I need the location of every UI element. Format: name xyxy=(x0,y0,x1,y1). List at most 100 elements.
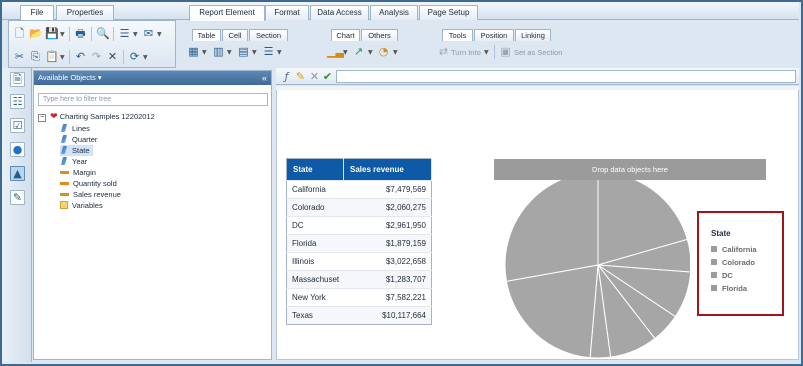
email-dropdown-icon[interactable]: ▼ xyxy=(157,31,162,38)
available-objects-icon[interactable]: ▲ xyxy=(10,166,25,181)
form-table-icon[interactable]: ☰ xyxy=(262,45,275,58)
sales-revenue-table[interactable]: State Sales revenue California $7,479,569… xyxy=(286,158,432,325)
track-changes-icon[interactable]: ☰ xyxy=(118,27,131,40)
tab-properties[interactable]: Properties xyxy=(56,5,114,20)
tab-analysis[interactable]: Analysis xyxy=(370,5,418,20)
tab-data-access[interactable]: Data Access xyxy=(310,5,369,20)
table-row[interactable]: Massachuset $1,283,707 xyxy=(286,270,432,289)
tree-item-label: Margin xyxy=(73,168,96,177)
tree-item-label: State xyxy=(72,146,90,155)
refresh-icon[interactable]: ⟳ xyxy=(128,50,141,63)
tab-format[interactable]: Format xyxy=(265,5,309,20)
document-structure-icon[interactable]: ✎ xyxy=(10,190,25,205)
table-row[interactable]: Texas $10,117,664 xyxy=(286,306,432,325)
panel-title[interactable]: Available Objects xyxy=(38,73,96,82)
canvas-header-strip xyxy=(276,86,799,90)
cut-icon[interactable]: ✂ xyxy=(13,50,26,63)
subtab-linking[interactable]: Linking xyxy=(515,29,551,41)
pie-chart-icon[interactable]: ◔ xyxy=(377,45,390,58)
subtab-table[interactable]: Table xyxy=(192,29,221,41)
email-icon[interactable]: ✉ xyxy=(142,27,155,40)
delete-icon[interactable]: ✕ xyxy=(106,50,119,63)
track-dropdown-icon[interactable]: ▼ xyxy=(133,31,138,38)
subtab-cell[interactable]: Cell xyxy=(222,29,248,41)
table-row[interactable]: Colorado $2,060,275 xyxy=(286,198,432,217)
tree-item-label: Year xyxy=(72,157,88,166)
print-icon[interactable]: 🖶 xyxy=(74,27,87,40)
subtab-chart[interactable]: Chart xyxy=(331,29,360,41)
pie-chart-dropdown-icon[interactable]: ▼ xyxy=(393,49,398,56)
tree-item-margin[interactable]: Margin xyxy=(60,167,96,178)
table-row[interactable]: California $7,479,569 xyxy=(286,180,432,199)
undo-icon[interactable]: ↶ xyxy=(74,50,87,63)
tab-page-setup[interactable]: Page Setup xyxy=(419,5,478,20)
new-document-icon[interactable]: 🗋 xyxy=(13,27,26,40)
tree-item-label: Variables xyxy=(72,201,103,210)
vertical-table-icon[interactable]: ▥ xyxy=(212,45,225,58)
bar-chart-dropdown-icon[interactable]: ▼ xyxy=(343,49,348,56)
subtab-tools[interactable]: Tools xyxy=(442,29,473,41)
subtab-section[interactable]: Section xyxy=(249,29,288,41)
tree-item-quarter[interactable]: Quarter xyxy=(60,134,97,145)
tree-root[interactable]: − ❤ Charting Samples 12202012 xyxy=(38,111,155,122)
bar-chart-icon[interactable]: ▁▃ xyxy=(327,45,344,58)
turn-into-dropdown-icon[interactable]: ▼ xyxy=(484,49,489,56)
variable-editor-icon[interactable]: ✎ xyxy=(294,70,307,83)
collapse-panel-icon[interactable]: « xyxy=(262,71,267,85)
set-as-section-icon[interactable]: ▣ xyxy=(499,45,512,58)
save-dropdown-icon[interactable]: ▼ xyxy=(60,31,65,38)
navigation-map-icon[interactable]: ☷ xyxy=(10,94,25,109)
subtab-position[interactable]: Position xyxy=(474,29,514,41)
open-folder-icon[interactable]: 📂 xyxy=(29,27,43,40)
tree-item-quantity-sold[interactable]: Quantity sold xyxy=(60,178,117,189)
form-dropdown-icon[interactable]: ▼ xyxy=(277,49,282,56)
input-controls-icon[interactable]: ☑ xyxy=(10,118,25,133)
paste-icon[interactable]: 📋 xyxy=(45,50,59,63)
turn-into-icon[interactable]: ⇄ xyxy=(437,45,450,58)
subtab-others[interactable]: Others xyxy=(361,29,398,41)
tree-item-lines[interactable]: Lines xyxy=(60,123,90,134)
tab-report-element[interactable]: Report Element xyxy=(189,5,265,21)
turn-into-button[interactable]: Turn Into xyxy=(451,48,481,57)
formula-input[interactable] xyxy=(336,70,796,83)
tree-item-sales-revenue[interactable]: Sales revenue xyxy=(60,189,121,200)
table-row[interactable]: Illinois $3,022,658 xyxy=(286,252,432,271)
insert-table-icon[interactable]: ▦ xyxy=(187,45,200,58)
vertical-table-dropdown-icon[interactable]: ▼ xyxy=(227,49,232,56)
redo-icon[interactable]: ↷ xyxy=(90,50,103,63)
save-icon[interactable]: 💾 xyxy=(45,27,59,40)
document-summary-icon[interactable]: 🗎 xyxy=(10,72,25,87)
web-services-icon[interactable]: ● xyxy=(10,142,25,157)
column-header-state[interactable]: State xyxy=(286,158,344,181)
pie-slice-texas[interactable] xyxy=(504,171,599,282)
set-as-section-button[interactable]: Set as Section xyxy=(514,48,562,57)
table-row[interactable]: DC $2,961,950 xyxy=(286,216,432,235)
collapse-toggle-icon[interactable]: − xyxy=(38,114,46,122)
cancel-formula-icon[interactable]: ✕ xyxy=(308,70,321,83)
drop-zone-bar[interactable]: Drop data objects here xyxy=(494,159,766,180)
table-row[interactable]: New York $7,582,221 xyxy=(286,288,432,307)
tree-item-year[interactable]: Year xyxy=(60,156,87,167)
tree-item-state[interactable]: State xyxy=(60,145,93,156)
formula-bar: ƒ ✎ ✕ ✔ xyxy=(276,68,799,85)
crosstab-dropdown-icon[interactable]: ▼ xyxy=(252,49,257,56)
column-header-sales-revenue[interactable]: Sales revenue xyxy=(343,158,432,181)
legend-item: Colorado xyxy=(711,258,755,267)
tab-file[interactable]: File xyxy=(20,5,54,21)
dimension-icon xyxy=(60,135,68,143)
find-icon[interactable]: 🔍 xyxy=(96,27,110,40)
line-chart-dropdown-icon[interactable]: ▼ xyxy=(368,49,373,56)
pie-chart[interactable] xyxy=(490,170,690,360)
line-chart-icon[interactable]: ↗ xyxy=(352,45,365,58)
copy-icon[interactable]: ⎘ xyxy=(29,50,42,63)
panel-menu-chevron-icon[interactable]: ▾ xyxy=(98,73,102,82)
validate-formula-icon[interactable]: ✔ xyxy=(321,70,334,83)
refresh-dropdown-icon[interactable]: ▼ xyxy=(143,54,148,61)
tree-item-variables[interactable]: Variables xyxy=(60,200,103,211)
crosstab-icon[interactable]: ▤ xyxy=(237,45,250,58)
paste-dropdown-icon[interactable]: ▼ xyxy=(60,54,65,61)
table-row[interactable]: Florida $1,879,159 xyxy=(286,234,432,253)
table-dropdown-icon[interactable]: ▼ xyxy=(202,49,207,56)
filter-tree-input[interactable]: Type here to filter tree xyxy=(38,93,268,106)
formula-editor-icon[interactable]: ƒ xyxy=(280,70,293,83)
